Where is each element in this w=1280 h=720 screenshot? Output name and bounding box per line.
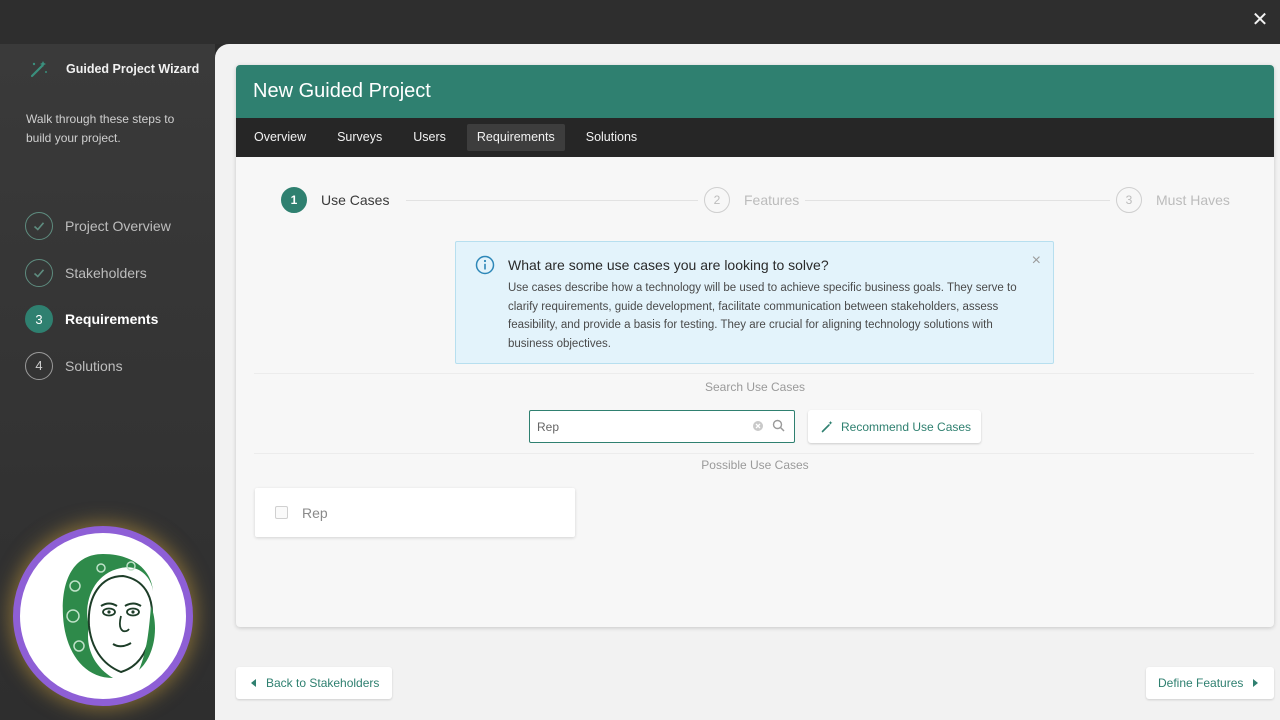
progress-step-number: 1 xyxy=(281,187,307,213)
recommend-use-cases-button[interactable]: Recommend Use Cases xyxy=(808,410,981,443)
wizard-header: Guided Project Wizard xyxy=(28,58,199,80)
search-input[interactable] xyxy=(537,417,737,437)
tab-solutions[interactable]: Solutions xyxy=(576,124,647,151)
search-field[interactable] xyxy=(529,410,795,443)
progress-step-label: Features xyxy=(744,192,800,208)
tab-requirements[interactable]: Requirements xyxy=(466,124,565,151)
tab-overview[interactable]: Overview xyxy=(244,124,316,151)
sidebar-step-label: Project Overview xyxy=(65,218,171,234)
step-progress: 1 Use Cases 2 Features 3 Must Haves xyxy=(236,157,1274,243)
sidebar-step-solutions[interactable]: 4 Solutions xyxy=(25,351,171,380)
search-icon[interactable] xyxy=(772,419,785,432)
progress-step-use-cases[interactable]: 1 Use Cases xyxy=(281,187,396,213)
check-icon xyxy=(25,258,53,287)
caret-left-icon xyxy=(251,679,256,687)
sidebar-step-label: Solutions xyxy=(65,357,123,374)
back-to-stakeholders-button[interactable]: Back to Stakeholders xyxy=(236,667,392,699)
progress-step-features[interactable]: 2 Features xyxy=(698,187,806,213)
tab-surveys[interactable]: Surveys xyxy=(327,124,392,151)
sidebar-step-label: Requirements xyxy=(65,311,159,327)
progress-step-label: Use Cases xyxy=(321,192,390,208)
use-case-checkbox[interactable] xyxy=(275,506,288,519)
step-number-badge: 4 xyxy=(25,351,53,380)
define-features-button[interactable]: Define Features xyxy=(1146,667,1274,699)
info-callout: What are some use cases you are looking … xyxy=(455,241,1054,364)
tab-users[interactable]: Users xyxy=(403,124,456,151)
caret-right-icon xyxy=(1253,679,1259,687)
progress-step-number: 3 xyxy=(1116,187,1142,213)
illustrated-face-avatar xyxy=(62,554,155,678)
recommend-label: Recommend Use Cases xyxy=(841,419,972,434)
divider xyxy=(254,373,1254,374)
wizard-description: Walk through these steps to build your p… xyxy=(26,112,175,145)
app-root: ✕ Guided Project Wizard Walk through the… xyxy=(0,0,1280,720)
wand-icon xyxy=(30,61,47,78)
info-icon xyxy=(475,255,495,275)
wizard-title: Guided Project Wizard xyxy=(66,62,200,76)
project-tabs: Overview Surveys Users Requirements Solu… xyxy=(236,118,1274,157)
divider xyxy=(254,453,1254,454)
info-title: What are some use cases you are looking … xyxy=(508,257,829,273)
check-icon xyxy=(25,212,53,240)
avatar xyxy=(13,526,193,706)
close-icon[interactable]: × xyxy=(1032,251,1041,271)
project-card: New Guided Project Overview Surveys User… xyxy=(236,65,1274,627)
use-case-label: Rep xyxy=(302,504,328,521)
sidebar-step-stakeholders[interactable]: Stakeholders xyxy=(25,258,171,287)
clear-icon[interactable] xyxy=(752,420,764,432)
list-item[interactable]: Rep xyxy=(255,488,575,537)
progress-step-must-haves[interactable]: 3 Must Haves xyxy=(1110,187,1236,213)
page-title: New Guided Project xyxy=(236,65,1274,118)
sidebar-step-requirements[interactable]: 3 Requirements xyxy=(25,305,171,333)
wizard-sidebar: Guided Project Wizard Walk through these… xyxy=(0,44,215,720)
sidebar-step-project-overview[interactable]: Project Overview xyxy=(25,212,171,240)
next-button-label: Define Features xyxy=(1158,676,1244,690)
step-number-badge: 3 xyxy=(25,305,53,333)
progress-step-label: Must Haves xyxy=(1156,192,1230,208)
wand-icon xyxy=(821,421,833,433)
wizard-steps: Project Overview Stakeholders 3 Requirem… xyxy=(25,212,171,398)
possible-use-cases-label: Possible Use Cases xyxy=(701,458,809,472)
progress-step-number: 2 xyxy=(704,187,730,213)
close-window-icon[interactable]: ✕ xyxy=(1248,6,1272,34)
back-button-label: Back to Stakeholders xyxy=(266,676,380,690)
search-label: Search Use Cases xyxy=(704,380,806,394)
top-bar: ✕ xyxy=(0,0,1280,44)
info-body: Use cases describe how a technology will… xyxy=(508,282,1017,350)
sidebar-step-label: Stakeholders xyxy=(65,264,147,281)
